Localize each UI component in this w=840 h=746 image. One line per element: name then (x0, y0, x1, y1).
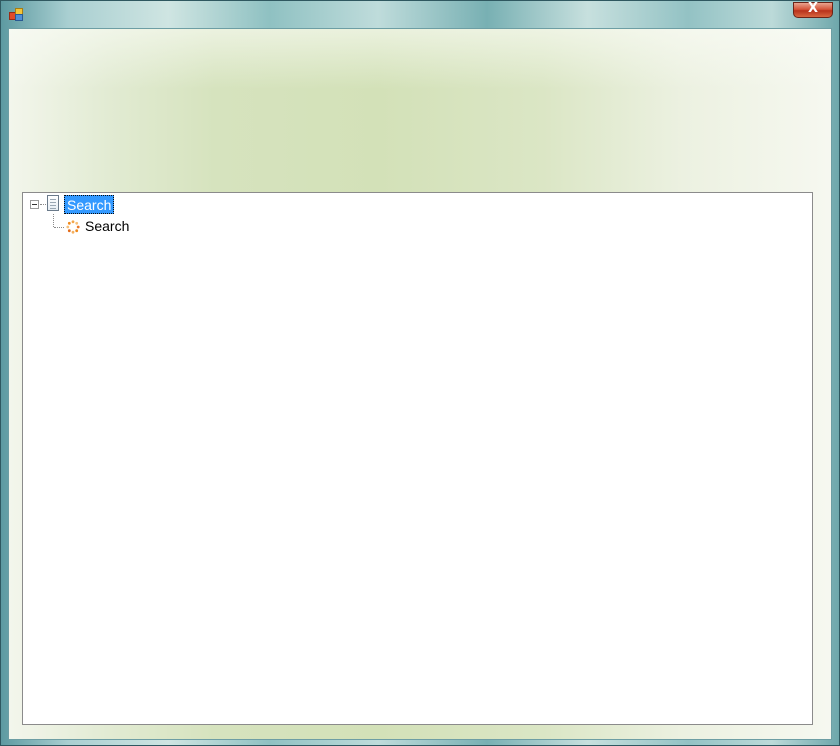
close-icon: X (807, 1, 819, 16)
client-area: Search Search (8, 28, 832, 740)
tree-connector-line (53, 214, 54, 227)
tree-connector-line (54, 227, 64, 228)
tree-view[interactable]: Search Search (22, 192, 813, 725)
tree-connector-line (40, 204, 46, 205)
loading-spinner-icon (66, 220, 80, 234)
title-bar[interactable]: X (1, 1, 839, 27)
tree-node-root[interactable]: Search Search (23, 193, 223, 237)
document-icon (47, 195, 59, 211)
collapse-icon[interactable] (30, 200, 39, 209)
main-window: X Search Search (0, 0, 840, 746)
app-icon[interactable] (9, 8, 23, 21)
tree-node-root-label[interactable]: Search (64, 195, 115, 214)
tree-node-child-label[interactable]: Search (85, 217, 129, 236)
close-button[interactable]: X (793, 1, 833, 18)
